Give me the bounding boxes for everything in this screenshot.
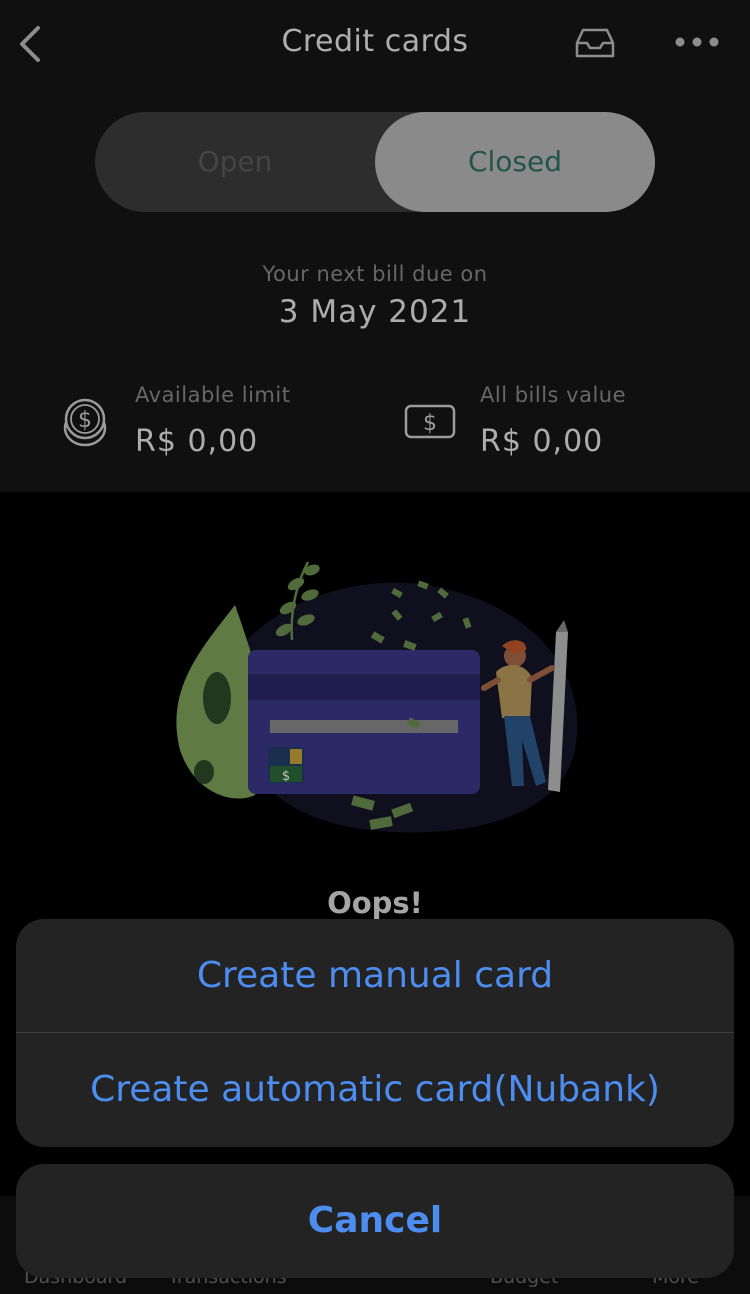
cancel-button[interactable]: Cancel (16, 1164, 734, 1278)
create-manual-card-button[interactable]: Create manual card (16, 919, 734, 1032)
create-automatic-card-button[interactable]: Create automatic card(Nubank) (16, 1033, 734, 1146)
action-sheet: Create manual card Create automatic card… (16, 919, 734, 1147)
